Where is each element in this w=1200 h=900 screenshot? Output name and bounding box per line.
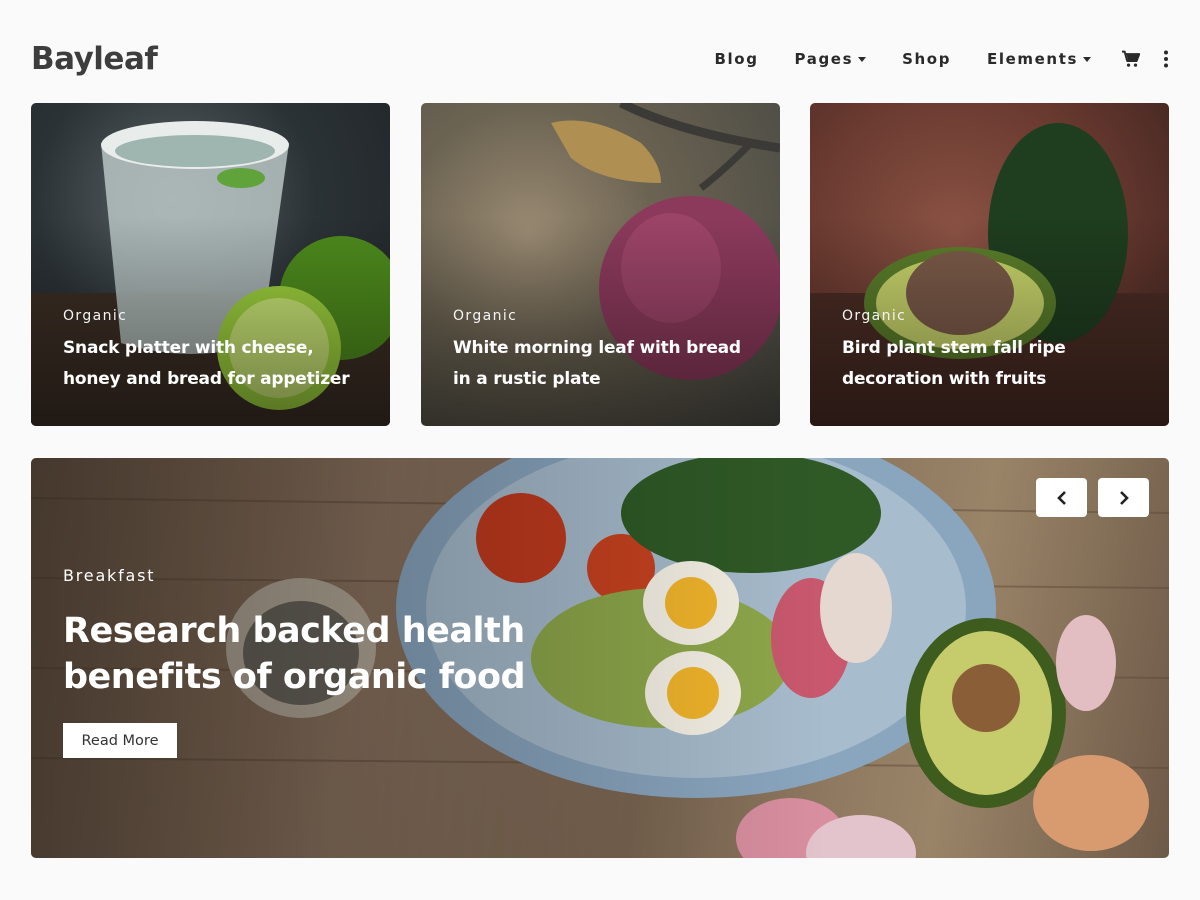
site-logo[interactable]: Bayleaf bbox=[31, 41, 158, 77]
cart-icon bbox=[1122, 50, 1141, 67]
nav-item-label: Elements bbox=[987, 50, 1078, 68]
caret-down-icon bbox=[858, 56, 867, 62]
more-vertical-icon bbox=[1164, 50, 1168, 68]
card-title[interactable]: Bird plant stem fall ripe decoration wit… bbox=[842, 333, 1149, 395]
card-title[interactable]: White morning leaf with bread in a rusti… bbox=[453, 333, 760, 395]
chevron-right-icon bbox=[1119, 490, 1129, 505]
post-card[interactable]: Organic Snack platter with cheese, honey… bbox=[31, 103, 390, 426]
chevron-left-icon bbox=[1056, 490, 1066, 505]
read-more-button[interactable]: Read More bbox=[63, 723, 177, 758]
card-category[interactable]: Organic bbox=[842, 308, 906, 324]
site-header: Bayleaf Blog Pages Shop Elements bbox=[31, 36, 1169, 82]
nav-item-blog[interactable]: Blog bbox=[715, 50, 759, 68]
hero-category[interactable]: Breakfast bbox=[63, 566, 155, 585]
card-title[interactable]: Snack platter with cheese, honey and bre… bbox=[63, 333, 370, 395]
post-card[interactable]: Organic Bird plant stem fall ripe decora… bbox=[810, 103, 1169, 426]
card-category[interactable]: Organic bbox=[63, 308, 127, 324]
nav-item-label: Shop bbox=[902, 50, 952, 68]
nav-item-pages[interactable]: Pages bbox=[795, 50, 867, 68]
post-card[interactable]: Organic White morning leaf with bread in… bbox=[421, 103, 780, 426]
slider-next-button[interactable] bbox=[1098, 478, 1149, 517]
caret-down-icon bbox=[1083, 56, 1091, 62]
nav-item-elements[interactable]: Elements bbox=[987, 50, 1091, 68]
hero-title[interactable]: Research backed health benefits of organ… bbox=[63, 608, 583, 700]
nav-item-label: Blog bbox=[714, 50, 759, 68]
slider-prev-button[interactable] bbox=[1036, 478, 1087, 517]
hero-slider: Breakfast Research backed health benefit… bbox=[31, 458, 1169, 858]
nav-item-label: Pages bbox=[794, 50, 854, 68]
more-options-button[interactable] bbox=[1163, 50, 1169, 68]
nav-item-shop[interactable]: Shop bbox=[902, 50, 951, 68]
card-category[interactable]: Organic bbox=[453, 308, 517, 324]
cart-button[interactable] bbox=[1121, 50, 1141, 68]
main-nav: Blog Pages Shop Elements bbox=[715, 36, 1169, 82]
